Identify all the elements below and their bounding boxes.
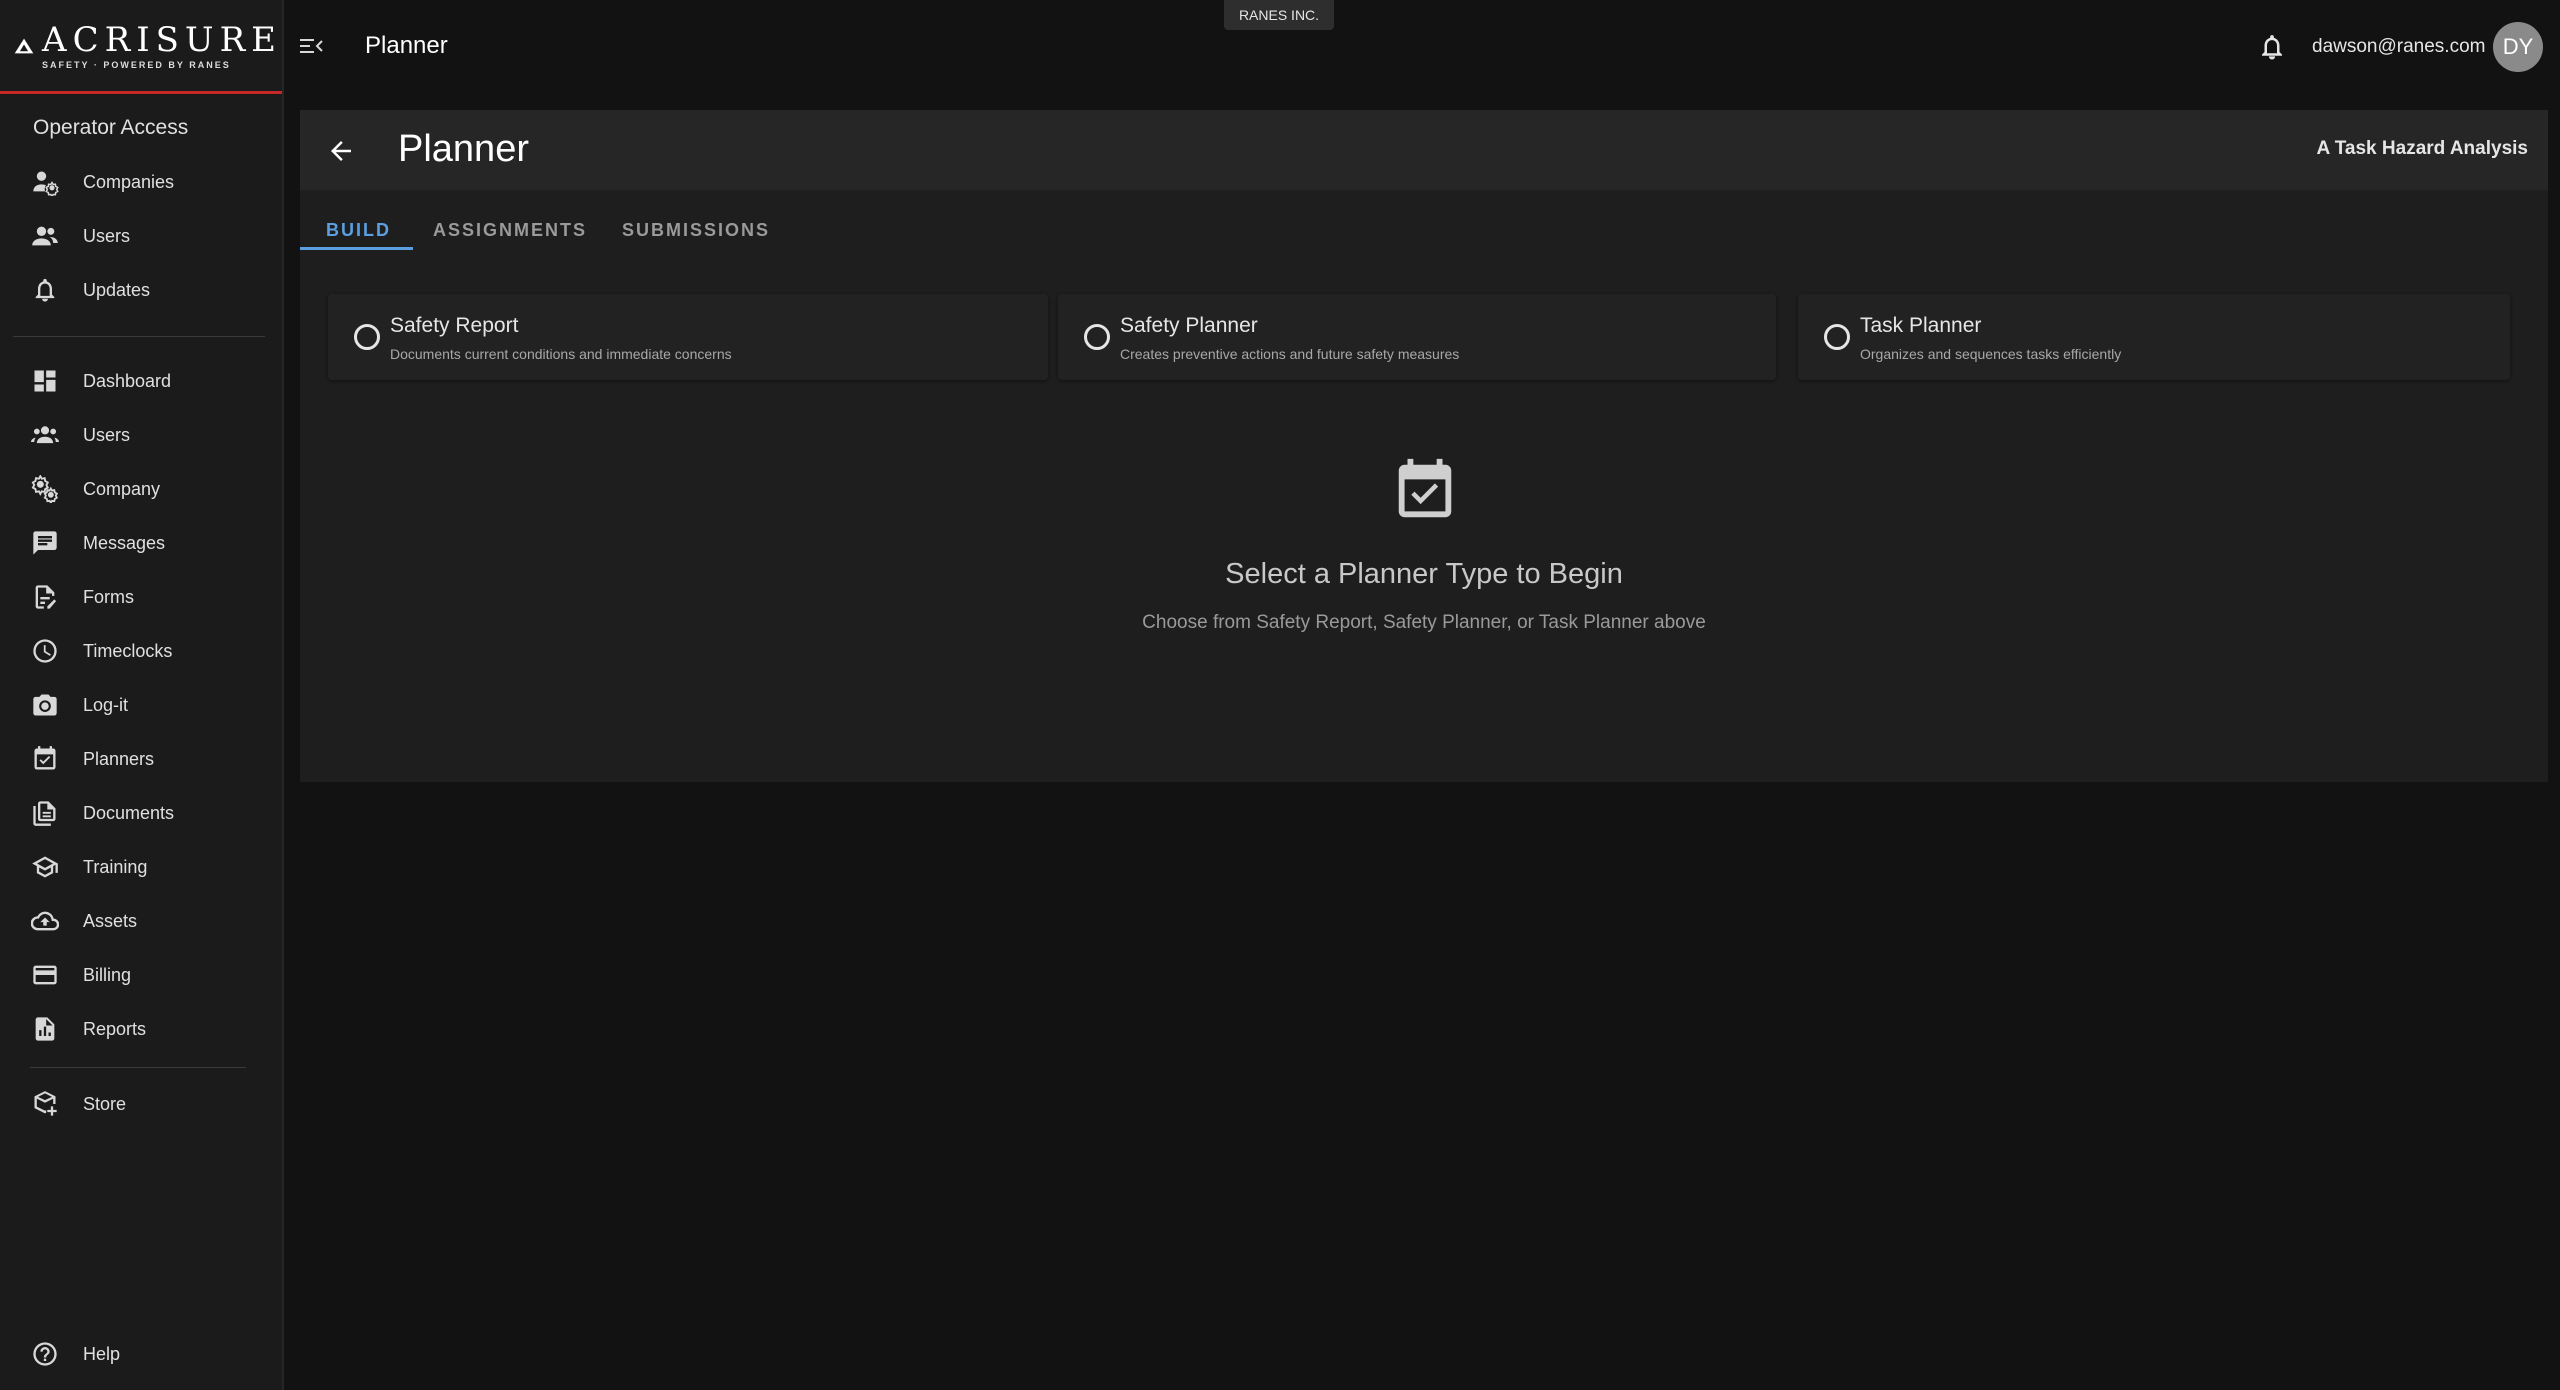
sidebar-item-label: Reports xyxy=(83,1018,147,1039)
sidebar-item-label: Store xyxy=(83,1093,127,1114)
sidebar-item-assets[interactable]: Assets xyxy=(0,899,284,943)
active-tab-indicator xyxy=(300,247,413,250)
sidebar-item-label: Documents xyxy=(83,802,175,823)
camera-icon xyxy=(31,691,59,719)
empty-state-title: Select a Planner Type to Begin xyxy=(1225,558,1623,590)
acrisure-logo-icon xyxy=(14,38,34,53)
sidebar-item-label: Help xyxy=(83,1343,121,1364)
calendar-check-icon xyxy=(31,745,59,773)
sidebar-item-dashboard[interactable]: Dashboard xyxy=(0,359,284,403)
tab-submissions[interactable]: SUBMISSIONS xyxy=(622,206,770,262)
option-safety-report[interactable]: Safety Report Documents current conditio… xyxy=(328,294,1048,380)
option-task-planner[interactable]: Task Planner Organizes and sequences tas… xyxy=(1798,294,2510,380)
sidebar-item-reports[interactable]: Reports xyxy=(0,1007,284,1051)
empty-state-description: Choose from Safety Report, Safety Planne… xyxy=(1142,612,1706,633)
page-title: Planner xyxy=(398,128,529,170)
option-title: Task Planner xyxy=(1860,314,1982,337)
sidebar-item-label: Planners xyxy=(83,748,155,769)
tab-assignments[interactable]: ASSIGNMENTS xyxy=(433,206,587,262)
sidebar-item-store[interactable]: Store xyxy=(0,1082,284,1126)
companies-icon xyxy=(31,168,59,196)
company-badge[interactable]: RANES INC. xyxy=(1224,0,1334,30)
option-description: Creates preventive actions and future sa… xyxy=(1120,346,1460,362)
sidebar-item-users[interactable]: Users xyxy=(0,413,284,457)
cloud-upload-icon xyxy=(31,907,59,935)
sidebar-divider xyxy=(30,1067,246,1068)
topbar-title: Planner xyxy=(365,32,448,59)
sidebar-item-label: Training xyxy=(83,856,148,877)
group-icon xyxy=(31,421,59,449)
sidebar-item-label: Forms xyxy=(83,586,134,607)
sidebar-item-planners[interactable]: Planners xyxy=(0,737,284,781)
option-title: Safety Report xyxy=(390,314,519,337)
sidebar-item-messages[interactable]: Messages xyxy=(0,521,284,565)
sidebar-section-title: Operator Access xyxy=(33,116,189,139)
message-icon xyxy=(31,529,59,557)
sidebar-item-label: Billing xyxy=(83,964,132,985)
calendar-check-icon xyxy=(1398,458,1452,518)
bell-icon xyxy=(31,276,59,304)
notifications-bell-icon[interactable] xyxy=(2257,32,2287,62)
school-icon xyxy=(31,853,59,881)
sidebar-item-timeclocks[interactable]: Timeclocks xyxy=(0,629,284,673)
panel-header: Planner A Task Hazard Analysis xyxy=(300,110,2548,190)
sidebar-item-label: Company xyxy=(83,478,161,499)
sidebar-item-billing[interactable]: Billing xyxy=(0,953,284,997)
brand-logo[interactable]: ACRISURE SAFETY · POWERED BY RANES xyxy=(0,0,282,94)
sidebar-item-training[interactable]: Training xyxy=(0,845,284,889)
sidebar-item-label: Users xyxy=(83,424,131,445)
sidebar-item-label: Companies xyxy=(83,171,175,192)
form-edit-icon xyxy=(31,583,59,611)
sidebar-item-label: Assets xyxy=(83,910,138,931)
sidebar-item-label: Timeclocks xyxy=(83,640,173,661)
sidebar-divider xyxy=(13,336,265,337)
option-description: Organizes and sequences tasks efficientl… xyxy=(1860,346,2122,362)
menu-collapse-icon[interactable] xyxy=(298,34,326,58)
option-title: Safety Planner xyxy=(1120,314,1258,337)
credit-card-icon xyxy=(31,961,59,989)
avatar[interactable]: DY xyxy=(2493,22,2543,72)
brand-name: ACRISURE xyxy=(42,19,282,60)
documents-icon xyxy=(31,799,59,827)
radio-button[interactable] xyxy=(354,324,380,350)
sidebar-item-documents[interactable]: Documents xyxy=(0,791,284,835)
sidebar-item-label: Dashboard xyxy=(83,370,172,391)
sidebar-item-label: Log-it xyxy=(83,694,129,715)
help-icon xyxy=(31,1340,59,1368)
back-arrow-icon[interactable] xyxy=(326,136,356,166)
sidebar-item-log-it[interactable]: Log-it xyxy=(0,683,284,727)
user-email[interactable]: dawson@ranes.com xyxy=(2312,36,2485,58)
sidebar-item-updates[interactable]: Updates xyxy=(0,268,284,312)
brand-tagline: SAFETY · POWERED BY RANES xyxy=(42,59,231,70)
tab-build[interactable]: BUILD xyxy=(326,206,391,262)
option-safety-planner[interactable]: Safety Planner Creates preventive action… xyxy=(1058,294,1776,380)
sidebar-item-forms[interactable]: Forms xyxy=(0,575,284,619)
planner-panel: Planner A Task Hazard Analysis BUILD ASS… xyxy=(300,110,2548,782)
store-icon xyxy=(31,1090,59,1118)
report-icon xyxy=(31,1015,59,1043)
option-description: Documents current conditions and immedia… xyxy=(390,346,732,362)
settings-icon xyxy=(31,475,59,503)
sidebar-item-operator-users[interactable]: Users xyxy=(0,214,284,258)
radio-button[interactable] xyxy=(1084,324,1110,350)
clock-icon xyxy=(31,637,59,665)
sidebar: ACRISURE SAFETY · POWERED BY RANES Opera… xyxy=(0,0,284,1390)
sidebar-item-label: Users xyxy=(83,225,131,246)
radio-button[interactable] xyxy=(1824,324,1850,350)
sidebar-item-company[interactable]: Company xyxy=(0,467,284,511)
dashboard-icon xyxy=(31,367,59,395)
users-icon xyxy=(31,222,59,250)
sidebar-item-label: Updates xyxy=(83,279,151,300)
sidebar-item-help[interactable]: Help xyxy=(0,1332,284,1376)
sidebar-item-companies[interactable]: Companies xyxy=(0,160,284,204)
page-subtitle: A Task Hazard Analysis xyxy=(2316,138,2528,159)
sidebar-item-label: Messages xyxy=(83,532,166,553)
